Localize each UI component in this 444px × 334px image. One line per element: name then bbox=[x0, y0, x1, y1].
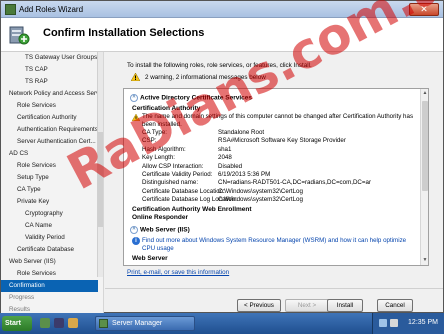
server-manager-quicklaunch-icon[interactable] bbox=[40, 318, 50, 328]
sidebar-item-ad-cs[interactable]: AD CS bbox=[1, 148, 98, 160]
property-name: CSP: bbox=[142, 137, 157, 145]
wsrm-info-link[interactable]: Find out more about Windows System Resou… bbox=[142, 237, 414, 252]
close-button[interactable]: ✕ bbox=[409, 3, 439, 16]
network-tray-icon[interactable] bbox=[379, 319, 387, 327]
volume-tray-icon[interactable] bbox=[390, 319, 398, 327]
instruction-text: To install the following roles, role ser… bbox=[127, 62, 312, 69]
scroll-down-icon[interactable]: ▼ bbox=[422, 257, 428, 263]
web-enrollment-heading: Certification Authority Web Enrollment bbox=[132, 206, 252, 213]
adcs-section-title: Active Directory Certificate Services bbox=[140, 94, 253, 102]
iis-section-title: Web Server (IIS) bbox=[140, 226, 190, 234]
add-roles-wizard-window: Add Roles Wizard ✕ Confirm Installation … bbox=[0, 0, 444, 314]
sidebar-item-setup-type[interactable]: Setup Type bbox=[1, 172, 98, 184]
print-email-save-link[interactable]: Print, e-mail, or save this information bbox=[127, 269, 229, 276]
server-manager-icon bbox=[99, 319, 108, 328]
scroll-up-icon[interactable]: ▲ bbox=[422, 90, 428, 96]
clock[interactable]: 12:35 PM bbox=[408, 319, 438, 326]
property-value: CN=radians-RADT501-CA,DC=radians,DC=com,… bbox=[218, 179, 372, 187]
taskbar-button-label: Server Manager bbox=[112, 320, 163, 327]
warning-icon bbox=[132, 114, 140, 121]
property-name: Key Length: bbox=[142, 154, 176, 162]
page-title: Confirm Installation Selections bbox=[43, 27, 205, 39]
sidebar-item-web-server-iis[interactable]: Web Server (IIS) bbox=[1, 256, 98, 268]
property-name: CA Type: bbox=[142, 129, 167, 136]
online-responder-heading: Online Responder bbox=[132, 214, 188, 221]
cancel-button[interactable]: Cancel bbox=[377, 299, 413, 312]
wizard-header: Confirm Installation Selections bbox=[1, 18, 443, 52]
previous-button[interactable]: < Previous bbox=[237, 299, 281, 312]
property-value: C:\Windows\system32\CertLog bbox=[218, 187, 303, 195]
sidebar-item-ts-gateway-user-groups[interactable]: TS Gateway User Groups bbox=[1, 52, 98, 64]
sidebar-item-confirmation[interactable]: Confirmation bbox=[1, 280, 98, 292]
wizard-steps-sidebar: TS Gateway User Groups TS CAP TS RAP Networ… bbox=[1, 52, 104, 314]
property-value: sha1 bbox=[218, 145, 232, 153]
message-summary: 2 warning, 2 informational messages belo… bbox=[145, 74, 266, 81]
start-button[interactable]: Start bbox=[2, 316, 32, 331]
sidebar-item-ts-cap[interactable]: TS CAP bbox=[1, 64, 98, 76]
sidebar-item-role-services[interactable]: Role Services bbox=[1, 268, 98, 280]
ca-warning-text: The name and domain settings of this com… bbox=[142, 113, 414, 128]
panel-scrollbar[interactable]: ▲ ▼ bbox=[420, 89, 428, 265]
server-role-icon bbox=[9, 26, 30, 45]
property-value: 6/19/2013 5:36 PM bbox=[218, 171, 271, 178]
start-label: Start bbox=[5, 320, 21, 327]
sidebar-scrollbar[interactable] bbox=[97, 52, 103, 277]
sidebar-item-certificate-database[interactable]: Certificate Database bbox=[1, 244, 98, 256]
property-value: 2048 bbox=[218, 154, 232, 162]
sidebar-item-cryptography[interactable]: Cryptography bbox=[1, 208, 98, 220]
property-value: Disabled bbox=[218, 162, 243, 170]
sidebar-item-certification-authority[interactable]: Certification Authority bbox=[1, 112, 98, 124]
sidebar-item-role-services[interactable]: Role Services bbox=[1, 100, 98, 112]
next-button[interactable]: Next > bbox=[285, 299, 329, 312]
sidebar-item-ca-type[interactable]: CA Type bbox=[1, 184, 98, 196]
explorer-quicklaunch-icon[interactable] bbox=[68, 318, 78, 328]
web-server-heading: Web Server bbox=[132, 255, 168, 262]
collapse-chevron-icon[interactable]: ^ bbox=[130, 226, 138, 234]
window-title: Add Roles Wizard bbox=[19, 5, 84, 14]
property-value: Standalone Root bbox=[218, 129, 265, 136]
system-tray: 12:35 PM bbox=[372, 313, 444, 334]
sidebar-item-authentication-requirements[interactable]: Authentication Requirements bbox=[1, 124, 98, 136]
iis-section-header[interactable]: ^ Web Server (IIS) bbox=[130, 226, 190, 234]
powershell-quicklaunch-icon[interactable] bbox=[54, 318, 64, 328]
sidebar-item-private-key[interactable]: Private Key bbox=[1, 196, 98, 208]
property-name: Certificate Validity Period: bbox=[142, 171, 213, 178]
wizard-app-icon bbox=[5, 4, 16, 15]
adcs-section-header[interactable]: ^ Active Directory Certificate Services bbox=[130, 94, 252, 102]
sidebar-item-ts-rap[interactable]: TS RAP bbox=[1, 76, 98, 88]
selections-panel: ^ Active Directory Certificate Services C… bbox=[123, 88, 429, 266]
panel-scroll-thumb[interactable] bbox=[422, 101, 428, 191]
property-value: C:\Windows\system32\CertLog bbox=[218, 196, 303, 204]
property-value: RSA#Microsoft Software Key Storage Provi… bbox=[218, 137, 346, 145]
taskbar: Start Server Manager 12:35 PM bbox=[0, 313, 444, 334]
install-button[interactable]: Install bbox=[327, 299, 363, 312]
sidebar-scroll-thumb[interactable] bbox=[98, 132, 103, 227]
sidebar-item-network-policy-and-access-services[interactable]: Network Policy and Access Services bbox=[1, 88, 103, 100]
property-name: Allow CSP Interaction: bbox=[142, 162, 204, 170]
sidebar-item-role-services[interactable]: Role Services bbox=[1, 160, 98, 172]
property-name: Hash Algorithm: bbox=[142, 145, 186, 153]
collapse-chevron-icon[interactable]: ^ bbox=[130, 94, 138, 102]
main-content: To install the following roles, role ser… bbox=[105, 52, 443, 314]
title-bar[interactable]: Add Roles Wizard ✕ bbox=[1, 1, 443, 18]
sidebar-item-server-authentication-cert[interactable]: Server Authentication Cert... bbox=[1, 136, 98, 148]
property-name: Certificate Database Location: bbox=[142, 187, 225, 195]
taskbar-button-server-manager[interactable]: Server Manager bbox=[95, 316, 195, 331]
sidebar-item-validity-period[interactable]: Validity Period bbox=[1, 232, 98, 244]
info-icon: i bbox=[132, 237, 140, 245]
ca-heading: Certification Authority bbox=[132, 105, 201, 112]
footer-divider bbox=[105, 288, 443, 289]
property-name: Distinguished name: bbox=[142, 179, 199, 187]
sidebar-item-progress[interactable]: Progress bbox=[1, 292, 98, 304]
sidebar-item-ca-name[interactable]: CA Name bbox=[1, 220, 98, 232]
warning-icon bbox=[131, 73, 140, 81]
